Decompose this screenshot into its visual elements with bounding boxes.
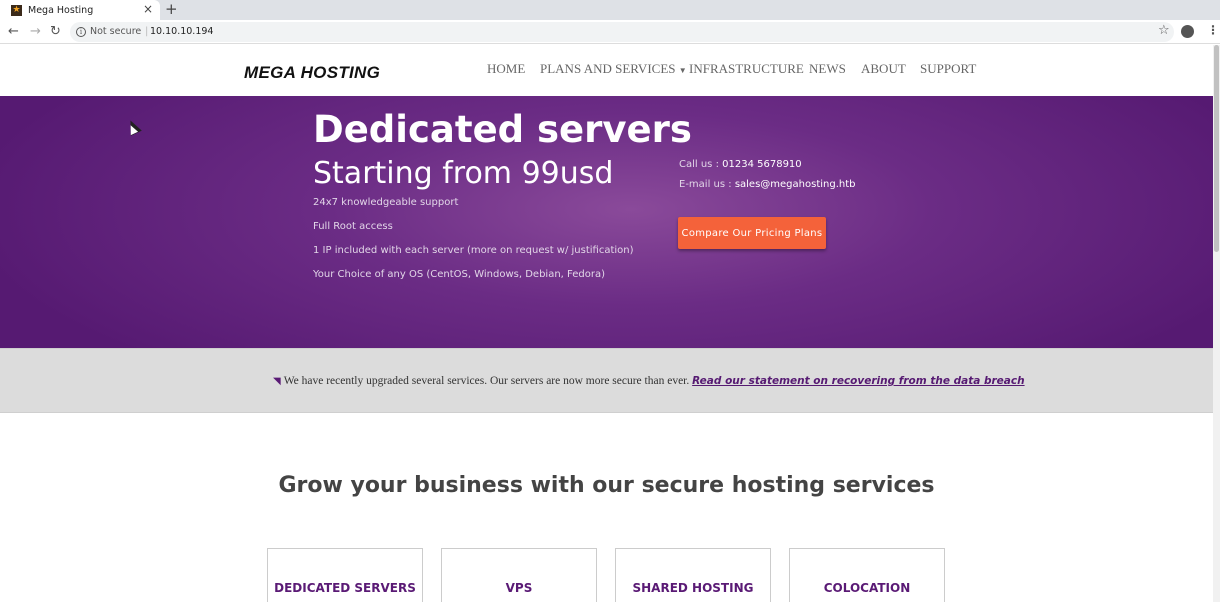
service-card-title: VPS [505, 581, 533, 595]
nav-item-about[interactable]: ABOUT [861, 61, 906, 77]
service-card-vps[interactable]: VPS [441, 548, 597, 602]
nav-item-plans-and-services[interactable]: PLANS AND SERVICES ▼ [540, 61, 687, 77]
nav-item-plans-label: PLANS AND SERVICES [540, 61, 676, 76]
nav-item-home[interactable]: HOME [487, 61, 525, 77]
site-navbar: MEGA HOSTING HOME PLANS AND SERVICES ▼ I… [0, 45, 1213, 95]
feature-support: 24x7 knowledgeable support [313, 197, 459, 208]
hero-title: Dedicated servers [313, 108, 692, 151]
page-scrollbar[interactable] [1213, 45, 1220, 602]
omnibox-separator: | [145, 26, 149, 37]
close-tab-icon[interactable]: × [143, 2, 153, 16]
reload-icon[interactable]: ↻ [50, 24, 61, 40]
data-breach-statement-link[interactable]: Read our statement on recovering from th… [692, 375, 1024, 387]
service-card-colocation[interactable]: COLOCATION [789, 548, 945, 602]
site-logo[interactable]: MEGA HOSTING [244, 63, 380, 83]
url-text[interactable]: 10.10.10.194 [150, 26, 213, 37]
address-bar-row: ← → ↻ i Not secure | 10.10.10.194 [0, 20, 1220, 44]
contact-email-value[interactable]: sales@megahosting.htb [735, 179, 856, 190]
contact-email: E-mail us : sales@megahosting.htb [679, 179, 856, 190]
feature-root-access: Full Root access [313, 221, 393, 232]
nav-item-infrastructure[interactable]: INFRASTRUCTURE [689, 61, 804, 77]
forward-icon[interactable]: → [30, 24, 41, 40]
nav-item-support[interactable]: SUPPORT [920, 61, 976, 77]
omnibox[interactable]: i Not secure | 10.10.10.194 [70, 22, 1174, 42]
security-status[interactable]: Not secure [90, 26, 141, 37]
bookmark-star-icon[interactable]: ☆ [1158, 23, 1170, 38]
browser-menu-icon[interactable]: ⋮ [1207, 23, 1219, 37]
back-icon[interactable]: ← [8, 24, 19, 40]
browser-tab[interactable]: ★ Mega Hosting × [0, 0, 160, 20]
hero-banner: Dedicated servers Starting from 99usd 24… [0, 96, 1213, 348]
contact-phone: Call us : 01234 5678910 [679, 159, 802, 170]
site-favicon-icon: ★ [11, 4, 22, 16]
security-notice-bar: ◥ We have recently upgraded several servi… [0, 348, 1213, 413]
compare-pricing-button[interactable]: Compare Our Pricing Plans [678, 217, 826, 249]
page-content: MEGA HOSTING HOME PLANS AND SERVICES ▼ I… [0, 45, 1213, 602]
info-icon[interactable]: i [76, 27, 86, 37]
feature-os-choice: Your Choice of any OS (CentOS, Windows, … [313, 269, 605, 280]
notice-content: ◥ We have recently upgraded several servi… [273, 375, 1025, 387]
contact-email-label: E-mail us : [679, 179, 735, 190]
feature-ip: 1 IP included with each server (more on … [313, 245, 634, 256]
notice-text: We have recently upgraded several servic… [283, 375, 690, 387]
account-icon[interactable] [1181, 25, 1194, 38]
rss-icon: ◥ [273, 376, 281, 387]
new-tab-button[interactable]: + [165, 1, 178, 18]
caret-down-icon: ▼ [678, 66, 687, 75]
service-card-title: SHARED HOSTING [632, 581, 754, 595]
contact-phone-value: 01234 5678910 [722, 159, 802, 170]
tab-title: Mega Hosting [28, 4, 94, 16]
service-card-title: COLOCATION [823, 581, 911, 595]
services-heading: Grow your business with our secure hosti… [278, 473, 935, 498]
hero-subtitle: Starting from 99usd [313, 156, 614, 191]
scrollbar-thumb[interactable] [1214, 45, 1219, 252]
contact-phone-label: Call us : [679, 159, 723, 170]
service-card-title: DEDICATED SERVERS [274, 581, 416, 595]
service-card-dedicated[interactable]: DEDICATED SERVERS [267, 548, 423, 602]
nav-item-news[interactable]: NEWS [809, 61, 846, 77]
browser-tab-bar: ★ Mega Hosting × + [0, 0, 1220, 20]
service-card-shared-hosting[interactable]: SHARED HOSTING [615, 548, 771, 602]
